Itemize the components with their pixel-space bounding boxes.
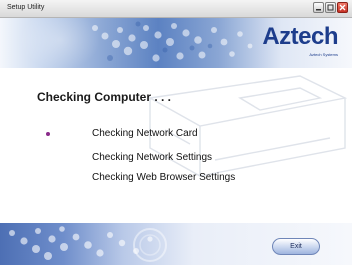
footer-banner: Exit: [0, 223, 352, 265]
setup-utility-window: Setup Utility Aztech Aztech Systems Chec…: [0, 0, 352, 265]
close-icon: [339, 4, 346, 11]
step-checking-web-browser-settings: Checking Web Browser Settings: [92, 172, 236, 183]
exit-button[interactable]: Exit: [272, 238, 320, 255]
title-bar: Setup Utility: [0, 0, 352, 18]
page-heading: Checking Computer . . .: [37, 90, 172, 104]
header-banner: Aztech Aztech Systems: [0, 18, 352, 68]
brand-tagline: Aztech Systems: [309, 52, 338, 57]
close-button[interactable]: [337, 2, 348, 13]
minimize-button[interactable]: [313, 2, 324, 13]
maximize-icon: [327, 4, 334, 11]
current-step-bullet: [46, 132, 50, 136]
minimize-icon: [316, 9, 321, 11]
aztech-logo: Aztech: [262, 23, 338, 50]
main-content: Checking Computer . . . Checking Network…: [0, 68, 352, 223]
maximize-button[interactable]: [325, 2, 336, 13]
step-checking-network-card: Checking Network Card: [92, 128, 198, 139]
window-title: Setup Utility: [7, 4, 45, 11]
step-checking-network-settings: Checking Network Settings: [92, 152, 213, 163]
